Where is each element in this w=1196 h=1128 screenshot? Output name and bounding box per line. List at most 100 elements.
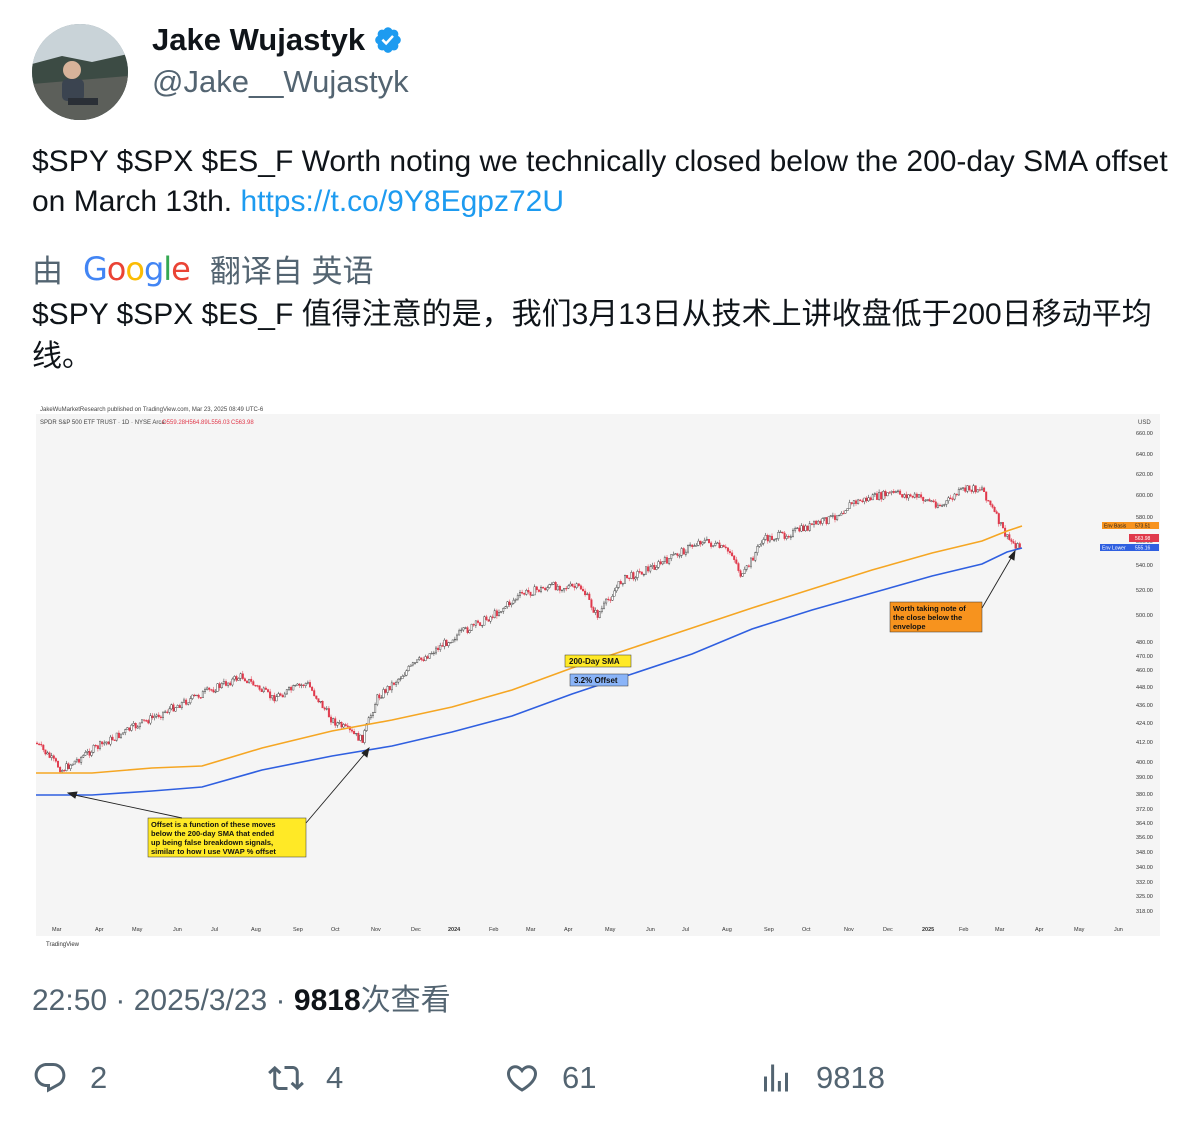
x-tick-label: Aug: [722, 927, 732, 933]
candle-body: [918, 494, 921, 498]
candle-body: [182, 699, 185, 703]
candle-body: [149, 715, 152, 724]
candle-body: [611, 596, 614, 601]
author-handle[interactable]: @Jake__Wujastyk: [152, 64, 409, 100]
candle-body: [363, 730, 366, 743]
candle-body: [1014, 543, 1017, 549]
candle-body: [1010, 539, 1013, 542]
y-tick-label: 540.00: [1136, 563, 1153, 569]
candle-body: [865, 497, 868, 502]
candle-body: [441, 645, 444, 647]
candle-body: [147, 720, 150, 724]
candle-body: [575, 583, 578, 588]
candle-body: [926, 499, 929, 501]
tweet-meta: 22:50 · 2025/3/23 · 9818次查看: [32, 984, 451, 1017]
candle-body: [848, 502, 851, 509]
candle-body: [621, 583, 624, 585]
candle-body: [124, 729, 127, 734]
candle-body: [105, 741, 108, 744]
env-lower-tag: Env Lower 555.16: [1100, 544, 1159, 552]
candle-body: [930, 500, 933, 502]
candle-body: [945, 500, 948, 505]
y-tick-label: 340.00: [1136, 865, 1153, 871]
action-bar: 2 4 61 9818: [32, 1060, 1172, 1104]
candle-body: [514, 598, 517, 601]
x-tick-label: Dec: [883, 927, 893, 933]
x-tick-label: Jun: [646, 927, 655, 933]
candle-body: [726, 547, 729, 552]
like-button[interactable]: 61: [504, 1060, 596, 1096]
candle-body: [510, 602, 513, 606]
author-name[interactable]: Jake Wujastyk: [152, 22, 365, 58]
candle-body: [731, 552, 734, 557]
tweet-link[interactable]: https://t.co/9Y8Egpz72U: [240, 185, 564, 218]
views-button[interactable]: 9818: [758, 1060, 885, 1096]
candle-body: [71, 763, 74, 766]
tweet-time[interactable]: 22:50: [32, 984, 107, 1017]
candle-body: [756, 546, 759, 553]
y-tick-label: 640.00: [1136, 452, 1153, 458]
candle-body: [491, 616, 494, 618]
candle-body: [947, 497, 950, 502]
candle-body: [699, 540, 702, 545]
repost-icon: [268, 1065, 304, 1091]
candle-body: [405, 670, 408, 676]
candle-body: [395, 681, 398, 685]
candle-body: [642, 573, 645, 576]
x-tick-label: Apr: [564, 927, 573, 933]
candle-body: [808, 523, 811, 531]
candle-body: [273, 695, 276, 702]
candle-body: [989, 500, 992, 505]
candle-body: [61, 770, 64, 773]
candle-body: [1018, 543, 1021, 548]
candle-body: [340, 722, 343, 728]
candle-body: [483, 616, 486, 626]
y-tick-label: 424.00: [1136, 721, 1153, 727]
candle-body: [130, 724, 133, 731]
candle-body: [794, 528, 797, 531]
candle-body: [705, 538, 708, 541]
candle-body: [779, 531, 782, 533]
candle-body: [684, 551, 687, 555]
candle-body: [630, 572, 633, 579]
candle-body: [716, 542, 719, 544]
candle-body: [987, 500, 990, 502]
candle-body: [241, 673, 244, 679]
candle-body: [472, 623, 475, 626]
candle-body: [934, 501, 937, 508]
candle-body: [1008, 534, 1011, 540]
candle-body: [157, 714, 160, 718]
tweet-text-body: $SPY $SPX $ES_F Worth noting we technica…: [32, 145, 1168, 218]
candle-body: [325, 708, 328, 710]
candle-body: [231, 678, 234, 686]
candle-body: [546, 587, 549, 591]
chart-image[interactable]: JakeWuMarketResearch published on Tradin…: [32, 398, 1164, 950]
candle-body: [785, 536, 788, 539]
candle-body: [764, 535, 767, 540]
candle-body: [815, 520, 818, 525]
reply-button[interactable]: 2: [32, 1060, 107, 1096]
candle-body: [174, 707, 177, 712]
svg-text:3.2% Offset: 3.2% Offset: [574, 676, 618, 685]
tweet-date[interactable]: 2025/3/23: [134, 984, 267, 1017]
candle-body: [271, 695, 274, 699]
candle-body: [586, 593, 589, 596]
translation-suffix: 翻译自 英语: [209, 254, 374, 289]
candle-body: [451, 639, 454, 643]
candle-body: [132, 723, 135, 726]
candle-body: [138, 722, 141, 728]
avatar[interactable]: [32, 24, 128, 120]
candle-body: [489, 616, 492, 622]
candle-body: [661, 561, 664, 565]
candle-body: [294, 684, 297, 687]
candle-body: [579, 585, 582, 590]
candle-body: [928, 499, 931, 502]
repost-button[interactable]: 4: [268, 1060, 343, 1096]
author-name-row[interactable]: Jake Wujastyk: [152, 22, 403, 58]
x-tick-label: Aug: [251, 927, 261, 933]
candle-body: [527, 590, 530, 593]
candle-body: [972, 485, 975, 492]
candle-body: [445, 639, 448, 646]
candle-body: [159, 716, 162, 718]
x-tick-label: Nov: [844, 927, 854, 933]
